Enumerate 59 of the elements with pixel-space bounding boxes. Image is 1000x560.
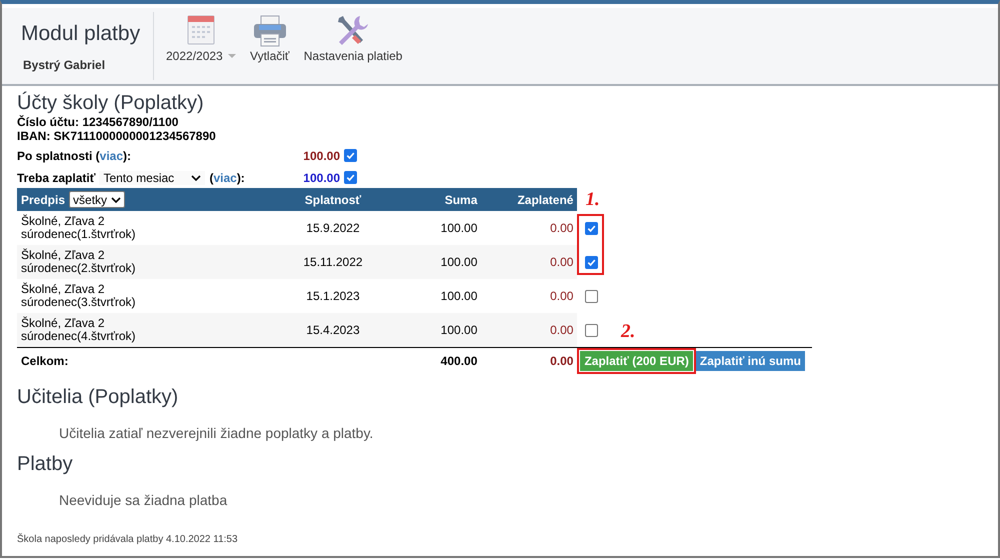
checkbox[interactable] [585,290,598,303]
paid-cell: 0.00 [550,220,574,234]
filter-select[interactable]: všetky [69,191,126,208]
iban-text: IBAN: SK7111000000001234567890 [17,129,217,143]
column-header: Suma [444,192,478,206]
fee-name: Školné, Zľava 2 súrodenec(4.štvrťrok) [21,317,137,343]
paid-cell: 0.00 [550,254,574,268]
caret-icon [228,54,236,58]
section-title: Účty školy (Poplatky) [17,92,205,115]
module-title: Modul platby [21,22,142,46]
footer-note: Škola naposledy pridávala platby 4.10.2022 11:53 [17,534,239,545]
checkbox[interactable] [585,256,598,269]
amount-cell: 100.00 [440,254,478,268]
column-header: Predpis [21,192,66,206]
summary-label: ): [236,170,245,184]
fee-name: Školné, Zľava 2 súrodenec(2.štvrťrok) [21,249,137,275]
chevron-down-icon [111,196,122,202]
year-dropdown[interactable]: 2022/2023 [166,14,236,84]
section-title: Platby [17,453,74,476]
due-date: 15.4.2023 [306,322,360,336]
checkbox[interactable] [344,171,357,184]
amount-cell: 100.00 [440,288,478,302]
amount-cell: 100.00 [440,220,478,234]
column-header: Splatnosť [304,192,362,206]
fee-name: Školné, Zľava 2 súrodenec(1.štvrťrok) [21,215,137,241]
toolbar-button[interactable]: Nastavenia platieb [304,14,402,84]
summary-label: Treba zaplatiť [17,170,96,184]
due-date: 15.1.2023 [306,288,360,302]
due-date: 15.11.2022 [303,254,363,268]
paid-cell: 0.00 [550,322,574,336]
user-name: Bystrý Gabriel [23,58,106,72]
chevron-down-icon [191,174,202,180]
column-header: Zaplatené [517,192,574,206]
more-link[interactable]: viac [100,148,124,162]
period-select[interactable]: Tento mesiac [99,170,206,184]
checkbox[interactable] [585,222,598,235]
amount-cell: 100.00 [440,322,478,336]
checkbox[interactable] [344,149,357,162]
summary-label: ( [209,170,214,184]
total-paid: 0.00 [550,354,574,368]
checkbox[interactable] [585,324,598,337]
empty-message: Neeviduje sa žiadna platba [59,492,228,508]
more-link[interactable]: viac [213,170,237,184]
annotation-number: 1. [584,188,600,210]
total-amount: 400.00 [440,354,478,368]
summary-label: ): [123,148,132,162]
annotation-number: 2. [620,321,636,343]
summary-label: Po splatnosti ( [17,148,100,162]
amount-text: 100.00 [303,170,340,184]
paid-cell: 0.00 [550,288,574,302]
total-label: Celkom: [21,354,68,368]
pay-other-button[interactable]: Zaplatiť inú sumu [696,351,805,371]
section-title: Učitelia (Poplatky) [17,386,180,409]
account-number: Číslo účtu: 1234567890/1100 [17,115,180,129]
empty-message: Učitelia zatiaľ nezverejnili žiadne poplatky a platby. [59,425,374,441]
amount-text: 100.00 [303,148,340,162]
due-date: 15.9.2022 [306,220,360,234]
fee-name: Školné, Zľava 2 súrodenec(3.štvrťrok) [21,283,137,309]
toolbar-button[interactable]: Vytlačiť [250,14,290,84]
